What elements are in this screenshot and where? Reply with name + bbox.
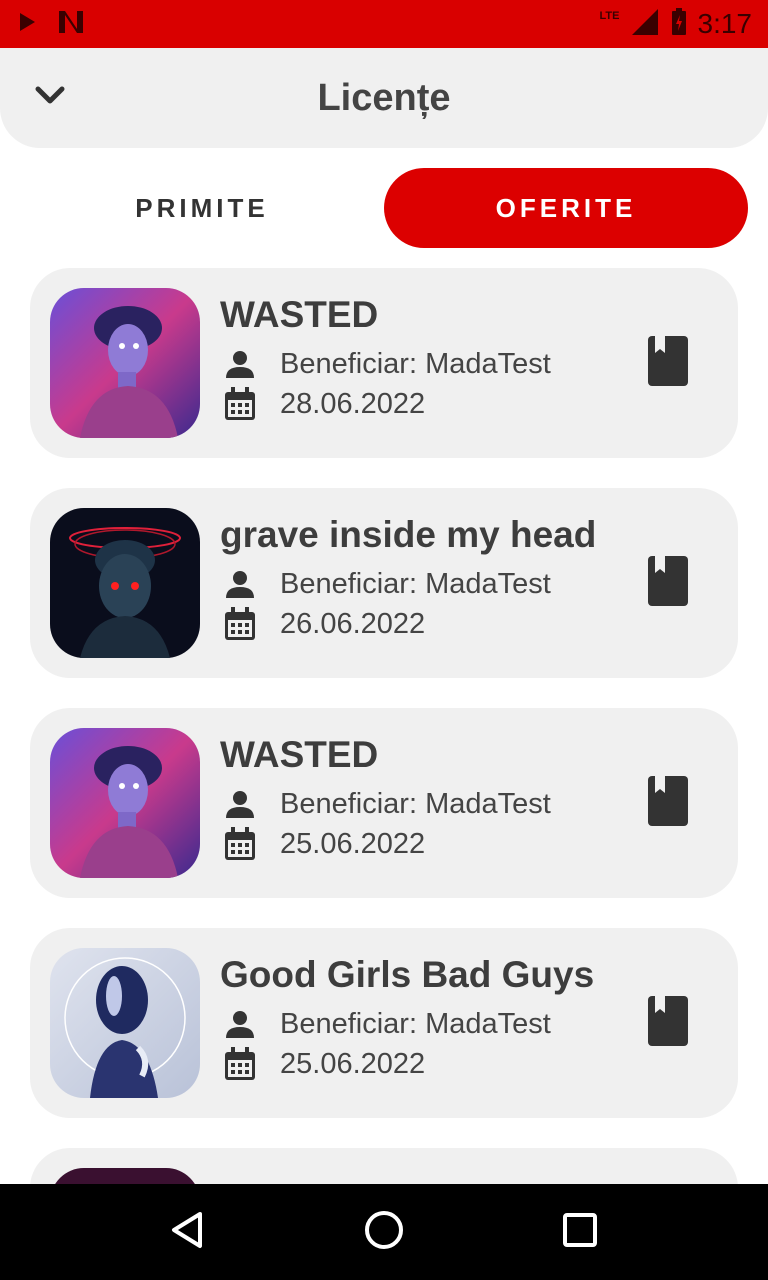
home-nav-button[interactable] <box>354 1202 414 1262</box>
license-document-button[interactable] <box>642 995 694 1052</box>
cover-art <box>50 1168 200 1184</box>
license-card[interactable]: WASTED Beneficiar: MadaTest 28.06.2022 <box>30 268 738 458</box>
cover-art <box>50 288 200 438</box>
person-icon <box>220 786 260 822</box>
calendar-icon <box>220 1046 260 1082</box>
beneficiary-row: Beneficiar: MadaTest <box>220 1006 551 1042</box>
battery-icon <box>670 7 688 42</box>
netflix-icon <box>56 9 86 40</box>
back-nav-button[interactable] <box>158 1202 218 1262</box>
calendar-icon <box>220 826 260 862</box>
date-text: 25.06.2022 <box>280 827 426 860</box>
person-icon <box>220 346 260 382</box>
license-title: WASTED <box>220 734 379 775</box>
license-card[interactable]: WASTED Beneficiar: MadaTest 25.06.2022 <box>30 708 738 898</box>
tab-primite[interactable]: PRIMITE <box>20 168 384 248</box>
book-icon <box>647 555 689 612</box>
date-row: 28.06.2022 <box>220 386 425 422</box>
cover-art <box>50 948 200 1098</box>
triangle-back-icon <box>168 1210 208 1255</box>
date-text: 28.06.2022 <box>280 387 426 420</box>
license-document-button[interactable] <box>642 775 694 832</box>
beneficiary-text: Beneficiar: MadaTest <box>280 1007 551 1040</box>
cover-art <box>50 728 200 878</box>
calendar-icon <box>220 386 260 422</box>
date-text: 26.06.2022 <box>280 607 426 640</box>
status-bar: LTE 3:17 <box>0 0 768 48</box>
license-title: WASTED <box>220 294 379 335</box>
navigation-bar <box>0 1184 768 1280</box>
beneficiary-row: Beneficiar: MadaTest <box>220 786 551 822</box>
collapse-button[interactable] <box>28 78 72 118</box>
beneficiary-text: Beneficiar: MadaTest <box>280 567 551 600</box>
beneficiary-row: Beneficiar: MadaTest <box>220 566 551 602</box>
tab-bar: PRIMITE OFERITE <box>20 168 748 248</box>
license-list[interactable]: WASTED Beneficiar: MadaTest 28.06.2022 g… <box>30 268 738 1184</box>
app-header: Licențe <box>0 48 768 148</box>
network-type: LTE <box>599 10 620 22</box>
person-icon <box>220 1006 260 1042</box>
license-card[interactable]: Good Girls Bad Guys Beneficiar: MadaTest… <box>30 928 738 1118</box>
signal-icon <box>630 7 660 42</box>
date-row: 25.06.2022 <box>220 1046 425 1082</box>
calendar-icon <box>220 606 260 642</box>
book-icon <box>647 335 689 392</box>
chevron-down-icon <box>34 85 66 112</box>
recents-nav-button[interactable] <box>550 1202 610 1262</box>
book-icon <box>647 775 689 832</box>
page-title: Licențe <box>317 76 451 119</box>
tab-oferite[interactable]: OFERITE <box>384 168 748 248</box>
license-document-button[interactable] <box>642 335 694 392</box>
license-title: Good Girls Bad Guys <box>220 954 595 995</box>
cover-art <box>50 508 200 658</box>
person-icon <box>220 566 260 602</box>
circle-home-icon <box>364 1210 404 1255</box>
play-store-icon <box>16 11 38 38</box>
square-recents-icon <box>562 1212 598 1253</box>
beneficiary-row: Beneficiar: MadaTest <box>220 346 551 382</box>
book-icon <box>647 995 689 1052</box>
date-row: 26.06.2022 <box>220 606 425 642</box>
beneficiary-text: Beneficiar: MadaTest <box>280 787 551 820</box>
license-document-button[interactable] <box>642 555 694 612</box>
license-title: grave inside my head <box>220 514 597 555</box>
date-row: 25.06.2022 <box>220 826 425 862</box>
clock: 3:17 <box>697 8 753 39</box>
license-card[interactable]: grave inside my head Beneficiar: MadaTes… <box>30 488 738 678</box>
license-card[interactable] <box>30 1148 738 1184</box>
beneficiary-text: Beneficiar: MadaTest <box>280 347 551 380</box>
date-text: 25.06.2022 <box>280 1047 426 1080</box>
